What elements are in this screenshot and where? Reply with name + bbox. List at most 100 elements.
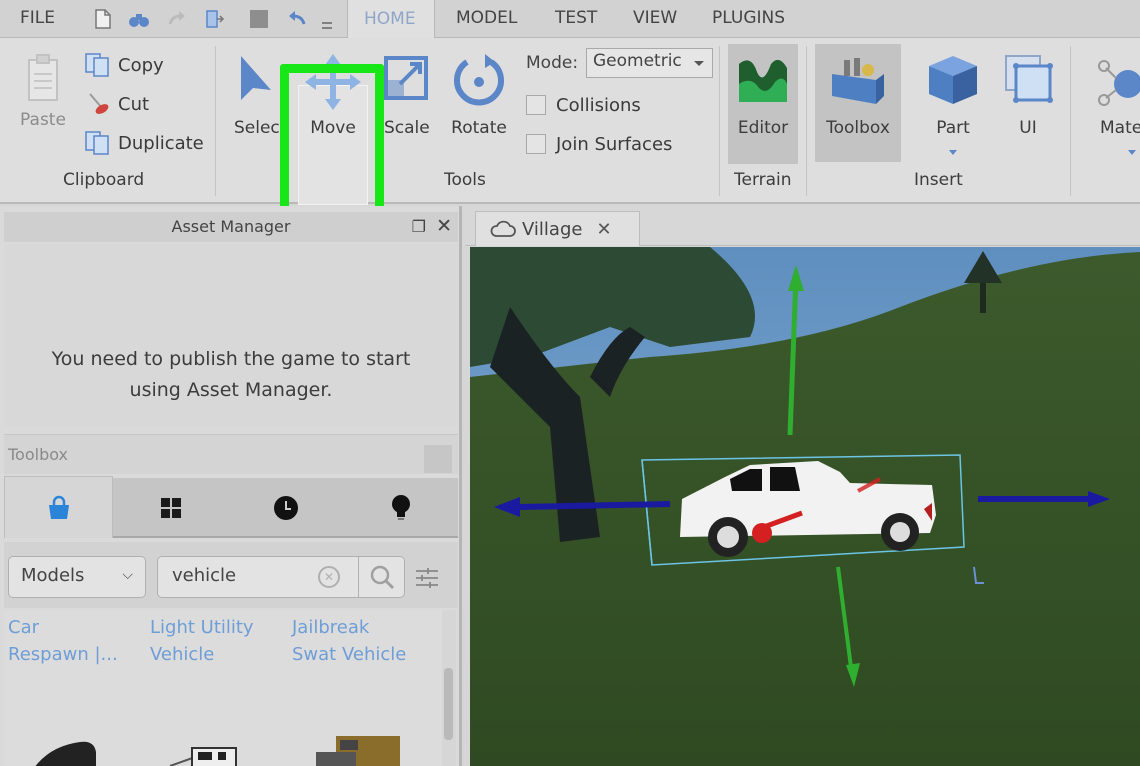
group-separator [1070, 46, 1071, 196]
move-highlight-box [280, 64, 384, 221]
part-dropdown-caret-icon[interactable] [949, 150, 957, 155]
toolbox-tab-creations[interactable] [343, 478, 458, 538]
tab-test[interactable]: TEST [555, 8, 597, 28]
search-field[interactable]: ✕ [157, 556, 405, 598]
terrain-editor-button[interactable]: Editor [728, 46, 798, 156]
material-manager-button[interactable]: Mate [1094, 46, 1140, 156]
part-cube-icon [929, 56, 977, 104]
result-title-line2: Vehicle [150, 644, 215, 665]
ui-label: UI [1019, 118, 1037, 138]
group-separator [215, 46, 216, 196]
stop-icon[interactable] [248, 8, 270, 30]
result-title-line2: Swat Vehicle [292, 644, 407, 665]
toolbox-button[interactable]: Toolbox [815, 46, 901, 156]
category-value: Models [21, 565, 85, 586]
duplicate-label: Duplicate [118, 132, 204, 154]
clear-search-icon[interactable]: ✕ [318, 566, 340, 588]
rotate-label: Rotate [451, 118, 507, 138]
customize-icon[interactable] [320, 14, 334, 36]
join-surfaces-checkbox[interactable]: Join Surfaces [526, 130, 672, 158]
toolbox-tab-recent[interactable] [228, 478, 343, 538]
cut-button[interactable]: Cut [84, 90, 149, 118]
toolbox-filter-row: Models ⌵ ✕ [4, 542, 458, 608]
toolbox-header-button[interactable] [424, 445, 452, 473]
collisions-checkbox-box[interactable] [526, 95, 546, 115]
collisions-label: Collisions [556, 94, 641, 116]
material-dropdown-caret-icon[interactable] [1128, 150, 1136, 155]
asset-manager-body: You need to publish the game to start us… [4, 244, 458, 426]
toolbox-tab-inventory[interactable] [113, 478, 228, 538]
clipboard-group-label: Clipboard [63, 170, 145, 190]
filter-settings-icon[interactable] [414, 566, 440, 590]
clipboard-icon [28, 54, 58, 101]
chevron-down-icon: ⌵ [122, 567, 133, 583]
car-thumbnail[interactable] [30, 738, 110, 766]
scrollbar-thumb[interactable] [444, 668, 453, 740]
rotate-button[interactable]: Rotate [444, 46, 514, 146]
bag-icon [48, 495, 69, 519]
part-button[interactable]: Part [915, 46, 991, 156]
material-label: Mate [1100, 118, 1140, 138]
duplicate-button[interactable]: Duplicate [84, 129, 204, 157]
3d-viewport[interactable] [470, 247, 1140, 766]
close-tab-icon[interactable]: ✕ [596, 219, 611, 240]
tab-plugins[interactable]: PLUGINS [712, 8, 785, 28]
join-surfaces-checkbox-box[interactable] [526, 134, 546, 154]
result-item[interactable]: Light Utility Vehicle [150, 614, 254, 668]
gizmo-x-left-arrow[interactable] [519, 501, 671, 510]
new-file-icon[interactable] [92, 8, 114, 30]
utility-vehicle-thumbnail[interactable] [168, 738, 248, 766]
close-icon[interactable]: ✕ [436, 215, 452, 237]
scale-icon [384, 56, 428, 100]
asset-manager-message-line2: using Asset Manager. [129, 379, 333, 401]
ui-frame-icon [1005, 55, 1053, 103]
mode-label: Mode: [526, 53, 579, 73]
material-icon [1098, 60, 1140, 106]
ribbon: Paste Copy Cut Duplicate Clipboard Selec… [0, 38, 1140, 221]
scene-render [470, 247, 1140, 766]
toolbox-scrollbar[interactable] [442, 610, 456, 766]
file-menu[interactable]: FILE [20, 8, 55, 28]
redo-icon[interactable] [166, 8, 188, 30]
asset-manager-header: Asset Manager ❐ ✕ [4, 212, 458, 242]
category-dropdown[interactable]: Models ⌵ [8, 556, 146, 598]
join-surfaces-label: Join Surfaces [556, 133, 673, 155]
editor-label: Editor [737, 118, 789, 138]
rotate-icon [454, 54, 504, 106]
result-title-line1: Light Utility [150, 617, 254, 638]
terrain-icon [739, 59, 787, 102]
result-item[interactable]: Car Respawn |... [8, 614, 118, 668]
cursor-arrow-icon [241, 56, 271, 100]
publish-icon[interactable] [204, 8, 226, 30]
toolbox-tab-marketplace[interactable] [4, 476, 113, 538]
document-tab-label: Village [522, 218, 583, 240]
search-input[interactable] [172, 565, 322, 586]
collisions-checkbox[interactable]: Collisions [526, 91, 641, 119]
undo-icon[interactable] [286, 8, 308, 30]
toolbox-results: Car Respawn |... Light Utility Vehicle J… [4, 610, 442, 766]
scale-button[interactable]: Scale [382, 46, 432, 146]
tab-view[interactable]: VIEW [633, 8, 677, 28]
mode-dropdown[interactable]: Geometric [586, 48, 713, 78]
search-icon[interactable] [368, 563, 396, 591]
result-title-line1: Car [8, 617, 39, 638]
copy-button[interactable]: Copy [84, 51, 164, 79]
document-tab-village[interactable]: Village ✕ [475, 211, 640, 246]
tab-home-label: HOME [364, 9, 416, 29]
paste-button[interactable]: Paste [12, 46, 74, 146]
result-title-line2: Respawn |... [8, 644, 118, 665]
gizmo-z-handle[interactable] [752, 523, 772, 543]
insert-group-label: Insert [914, 170, 963, 190]
cut-label: Cut [118, 93, 150, 115]
asset-manager-title: Asset Manager [171, 217, 291, 236]
toolbox-tabs [4, 476, 458, 538]
tab-home[interactable]: HOME [347, 0, 435, 39]
undock-icon[interactable]: ❐ [412, 217, 426, 236]
binoculars-icon[interactable] [128, 8, 150, 30]
ui-button[interactable]: UI [996, 46, 1060, 156]
result-item[interactable]: Jailbreak Swat Vehicle [292, 614, 406, 668]
tab-model[interactable]: MODEL [456, 8, 517, 28]
dropdown-caret-icon [694, 61, 704, 66]
select-button[interactable]: Select [228, 46, 284, 146]
swat-vehicle-thumbnail[interactable] [306, 730, 406, 766]
